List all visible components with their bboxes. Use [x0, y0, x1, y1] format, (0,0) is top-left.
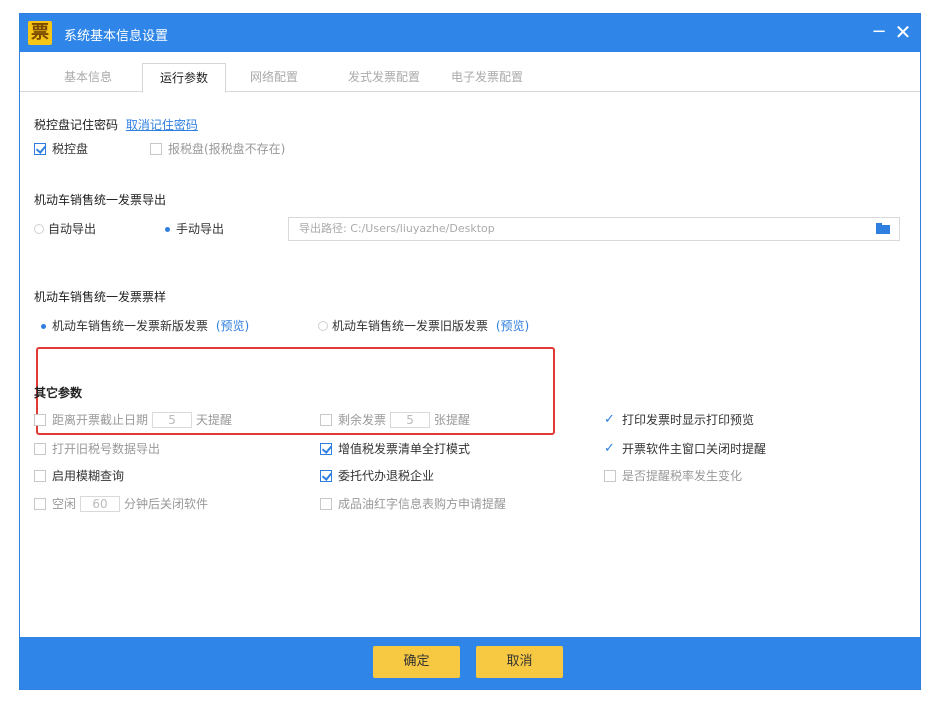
radio-on-icon	[162, 224, 172, 234]
tab-network-config[interactable]: 网络配置	[244, 63, 304, 91]
window-title: 系统基本信息设置	[64, 29, 169, 44]
ok-button[interactable]: 确定	[373, 646, 460, 678]
tab-basic-info[interactable]: 基本信息	[36, 63, 140, 91]
old-invoice-label: 机动车销售统一发票旧版发票 (预览)	[332, 319, 530, 333]
tab-e-invoice-config[interactable]: 电子发票配置	[444, 63, 530, 91]
footer-bar: 确定 取消	[20, 637, 920, 689]
tab-style-invoice-config[interactable]: 发式发票配置	[336, 63, 432, 91]
auto-export-label: 自动导出	[48, 222, 97, 236]
minimize-button[interactable]: −	[868, 20, 890, 44]
old-invoice-preview-link[interactable]: (预览)	[496, 319, 529, 333]
tax-disk-section: 税控盘记住密码 取消记住密码	[34, 116, 198, 133]
close-button[interactable]: ✕	[892, 20, 914, 44]
title-bar[interactable]: 票 系统基本信息设置 − ✕	[20, 14, 920, 52]
export-title: 机动车销售统一发票导出	[34, 193, 167, 207]
radio-on-icon	[38, 321, 48, 331]
checkbox-checked-icon	[34, 143, 46, 155]
cancel-remember-link[interactable]: 取消记住密码	[126, 118, 198, 132]
tax-disk-label: 税控盘	[52, 142, 89, 156]
new-invoice-preview-link[interactable]: (预览)	[216, 319, 249, 333]
report-disk-label: 报税盘(报税盘不存在)	[168, 142, 286, 156]
remaining-count-input[interactable]: 5	[390, 412, 431, 428]
radio-off-icon	[318, 321, 328, 331]
settings-window: 票 系统基本信息设置 − ✕ 基本信息 运行参数 网络配置 发式发票配置 电子发…	[19, 13, 921, 690]
folder-icon[interactable]	[876, 223, 890, 234]
manual-export-label: 手动导出	[176, 222, 225, 236]
cancel-button[interactable]: 取消	[476, 646, 563, 678]
export-path-input[interactable]: 导出路径: C:/Users/liuyazhe/Desktop	[288, 217, 900, 241]
tab-bar: 基本信息 运行参数 网络配置 发式发票配置 电子发票配置	[20, 58, 920, 93]
check-icon: ✓	[604, 412, 615, 427]
checkbox-unchecked-icon	[150, 143, 162, 155]
app-logo-icon: 票	[28, 21, 52, 45]
check-icon: ✓	[604, 441, 615, 456]
new-invoice-label: 机动车销售统一发票新版发票 (预览)	[52, 319, 250, 333]
idle-minutes-input[interactable]: 60	[80, 496, 121, 512]
other-params-title: 其它参数	[34, 386, 83, 400]
invoice-style-title: 机动车销售统一发票票样	[34, 290, 167, 304]
radio-off-icon	[34, 224, 44, 234]
tab-run-params[interactable]: 运行参数	[142, 63, 226, 93]
tax-disk-title: 税控盘记住密码	[34, 118, 119, 132]
deadline-days-input[interactable]: 5	[152, 412, 193, 428]
